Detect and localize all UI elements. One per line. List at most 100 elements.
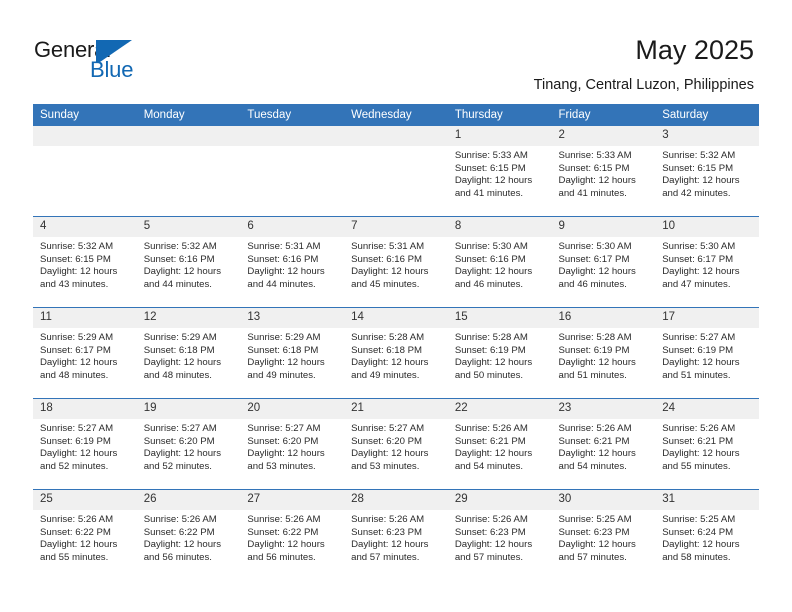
daylight-duration-line1: Daylight: 12 hours xyxy=(247,448,325,460)
sunrise-time: Sunrise: 5:32 AM xyxy=(143,241,217,252)
sunset-time: Sunset: 6:23 PM xyxy=(454,526,526,538)
daylight-duration-line1: Daylight: 12 hours xyxy=(143,357,222,369)
calendar-day-cell[interactable]: 2 Sunrise: 5:33 AM Sunset: 6:15 PM Daylight… xyxy=(551,126,656,217)
daylight-duration-line2: and 55 minutes. xyxy=(662,460,731,472)
calendar-day-cell[interactable]: 20 Sunrise: 5:27 AM Sunset: 6:20 PM Dayligh… xyxy=(240,398,345,490)
calendar-table: Sunday Monday Tuesday Wednesday Thursday Frid… xyxy=(33,104,759,580)
sunrise-time: Sunrise: 5:26 AM xyxy=(454,423,528,434)
calendar-day-cell[interactable]: 8 Sunrise: 5:30 AM Sunset: 6:16 PM Daylight… xyxy=(447,216,552,308)
sunset-time: Sunset: 6:23 PM xyxy=(558,526,630,538)
daylight-duration-line2: and 51 minutes. xyxy=(558,369,627,381)
daylight-duration-line2: and 44 minutes. xyxy=(143,278,212,290)
daylight-duration-line1: Daylight: 12 hours xyxy=(351,357,429,369)
calendar-day-cell[interactable]: 4 Sunrise: 5:32 AM Sunset: 6:15 PM Daylight… xyxy=(33,216,137,308)
calendar-day-cell[interactable]: 31 Sunrise: 5:25 AM Sunset: 6:24 PM Dayligh… xyxy=(655,489,759,580)
daylight-duration-line1: Daylight: 12 hours xyxy=(662,175,740,187)
page-header: General Blue May 2025 Tinang, Central Lu… xyxy=(0,0,792,104)
day-details: Sunrise: 5:29 AM Sunset: 6:18 PM Daylight:… xyxy=(240,328,344,382)
daylight-duration-line2: and 47 minutes. xyxy=(662,278,731,290)
day-number: 17 xyxy=(655,308,759,328)
sunset-time: Sunset: 6:22 PM xyxy=(40,526,111,538)
day-number: 13 xyxy=(240,308,345,328)
sunset-time: Sunset: 6:21 PM xyxy=(662,435,734,447)
daylight-duration-line1: Daylight: 12 hours xyxy=(454,266,533,278)
calendar-day-cell[interactable]: 14 Sunrise: 5:28 AM Sunset: 6:18 PM Dayligh… xyxy=(344,307,448,399)
daylight-duration-line2: and 57 minutes. xyxy=(558,551,627,563)
calendar-day-cell[interactable]: 30 Sunrise: 5:25 AM Sunset: 6:23 PM Dayligh… xyxy=(551,489,656,580)
calendar-day-cell[interactable]: 12 Sunrise: 5:29 AM Sunset: 6:18 PM Dayligh… xyxy=(136,307,241,399)
calendar-day-cell[interactable]: 24 Sunrise: 5:26 AM Sunset: 6:21 PM Dayligh… xyxy=(655,398,759,490)
calendar-day-cell-empty xyxy=(344,126,448,217)
sunset-time: Sunset: 6:17 PM xyxy=(662,253,734,265)
calendar-day-cell[interactable]: 9 Sunrise: 5:30 AM Sunset: 6:17 PM Daylight… xyxy=(551,216,656,308)
calendar-day-cell[interactable]: 18 Sunrise: 5:27 AM Sunset: 6:19 PM Dayligh… xyxy=(33,398,137,490)
sunrise-time: Sunrise: 5:27 AM xyxy=(40,423,114,434)
sunrise-time: Sunrise: 5:26 AM xyxy=(351,514,425,525)
calendar-day-cell[interactable]: 3 Sunrise: 5:32 AM Sunset: 6:15 PM Daylight… xyxy=(655,126,759,217)
calendar-day-cell[interactable]: 6 Sunrise: 5:31 AM Sunset: 6:16 PM Daylight… xyxy=(240,216,345,308)
day-number: 20 xyxy=(240,399,345,419)
day-details: Sunrise: 5:32 AM Sunset: 6:16 PM Daylight:… xyxy=(137,237,241,291)
sunrise-time: Sunrise: 5:28 AM xyxy=(351,332,425,343)
day-details: Sunrise: 5:32 AM Sunset: 6:15 PM Daylight:… xyxy=(33,237,137,291)
calendar-day-cell[interactable]: 23 Sunrise: 5:26 AM Sunset: 6:21 PM Dayligh… xyxy=(551,398,656,490)
calendar-day-cell[interactable]: 16 Sunrise: 5:28 AM Sunset: 6:19 PM Dayligh… xyxy=(551,307,656,399)
calendar-day-cell[interactable]: 21 Sunrise: 5:27 AM Sunset: 6:20 PM Dayligh… xyxy=(344,398,448,490)
day-number: 28 xyxy=(344,490,448,510)
day-details: Sunrise: 5:33 AM Sunset: 6:15 PM Daylight:… xyxy=(552,146,656,200)
calendar-day-cell[interactable]: 28 Sunrise: 5:26 AM Sunset: 6:23 PM Dayligh… xyxy=(344,489,448,580)
calendar-day-cell[interactable]: 27 Sunrise: 5:26 AM Sunset: 6:22 PM Dayligh… xyxy=(240,489,345,580)
calendar-day-cell[interactable]: 17 Sunrise: 5:27 AM Sunset: 6:19 PM Dayligh… xyxy=(655,307,759,399)
daylight-duration-line1: Daylight: 12 hours xyxy=(454,175,533,187)
daylight-duration-line2: and 57 minutes. xyxy=(454,551,524,563)
daylight-duration-line1: Daylight: 12 hours xyxy=(143,448,222,460)
calendar-day-cell[interactable]: 10 Sunrise: 5:30 AM Sunset: 6:17 PM Dayligh… xyxy=(655,216,759,308)
calendar-day-cell-empty xyxy=(33,126,137,217)
calendar-day-cell[interactable]: 1 Sunrise: 5:33 AM Sunset: 6:15 PM Daylight… xyxy=(447,126,552,217)
calendar-week-row: 1 Sunrise: 5:33 AM Sunset: 6:15 PM Daylight… xyxy=(33,126,759,217)
calendar-day-cell[interactable]: 26 Sunrise: 5:26 AM Sunset: 6:22 PM Dayligh… xyxy=(136,489,241,580)
daylight-duration-line2: and 41 minutes. xyxy=(454,187,524,199)
daylight-duration-line2: and 56 minutes. xyxy=(143,551,212,563)
calendar-day-cell[interactable]: 5 Sunrise: 5:32 AM Sunset: 6:16 PM Daylight… xyxy=(136,216,241,308)
day-number: 19 xyxy=(136,399,241,419)
weekday-header-monday: Monday xyxy=(136,104,241,126)
calendar-day-cell[interactable]: 29 Sunrise: 5:26 AM Sunset: 6:23 PM Dayligh… xyxy=(447,489,552,580)
day-number: 27 xyxy=(240,490,345,510)
sunset-time: Sunset: 6:19 PM xyxy=(662,344,734,356)
daylight-duration-line2: and 42 minutes. xyxy=(662,187,731,199)
calendar-day-cell[interactable]: 7 Sunrise: 5:31 AM Sunset: 6:16 PM Daylight… xyxy=(344,216,448,308)
calendar-week-row: 4 Sunrise: 5:32 AM Sunset: 6:15 PM Daylight… xyxy=(33,216,759,308)
day-number: 9 xyxy=(551,217,656,237)
calendar-day-cell[interactable]: 15 Sunrise: 5:28 AM Sunset: 6:19 PM Dayligh… xyxy=(447,307,552,399)
sunrise-time: Sunrise: 5:26 AM xyxy=(662,423,736,434)
sunrise-time: Sunrise: 5:32 AM xyxy=(40,241,114,252)
daylight-duration-line1: Daylight: 12 hours xyxy=(662,539,740,551)
day-number: 16 xyxy=(551,308,656,328)
daylight-duration-line2: and 46 minutes. xyxy=(454,278,524,290)
daylight-duration-line1: Daylight: 12 hours xyxy=(247,539,325,551)
sunset-time: Sunset: 6:15 PM xyxy=(558,162,630,174)
daylight-duration-line1: Daylight: 12 hours xyxy=(351,448,429,460)
daylight-duration-line1: Daylight: 12 hours xyxy=(454,539,533,551)
daylight-duration-line1: Daylight: 12 hours xyxy=(558,539,636,551)
brand-logo[interactable]: General Blue xyxy=(34,38,214,86)
day-number: 23 xyxy=(551,399,656,419)
calendar-day-cell[interactable]: 13 Sunrise: 5:29 AM Sunset: 6:18 PM Dayligh… xyxy=(240,307,345,399)
day-details: Sunrise: 5:30 AM Sunset: 6:17 PM Daylight:… xyxy=(552,237,656,291)
sunset-time: Sunset: 6:20 PM xyxy=(351,435,423,447)
calendar-day-cell[interactable]: 11 Sunrise: 5:29 AM Sunset: 6:17 PM Dayligh… xyxy=(33,307,137,399)
daylight-duration-line1: Daylight: 12 hours xyxy=(143,539,222,551)
calendar-week-row: 25 Sunrise: 5:26 AM Sunset: 6:22 PM Dayligh… xyxy=(33,489,759,580)
calendar-day-cell[interactable]: 22 Sunrise: 5:26 AM Sunset: 6:21 PM Dayligh… xyxy=(447,398,552,490)
daylight-duration-line1: Daylight: 12 hours xyxy=(558,448,636,460)
day-number: 24 xyxy=(655,399,759,419)
daylight-duration-line1: Daylight: 12 hours xyxy=(143,266,222,278)
calendar-day-cell[interactable]: 25 Sunrise: 5:26 AM Sunset: 6:22 PM Dayligh… xyxy=(33,489,137,580)
weekday-header-tuesday: Tuesday xyxy=(240,104,345,126)
calendar-day-cell[interactable]: 19 Sunrise: 5:27 AM Sunset: 6:20 PM Dayligh… xyxy=(136,398,241,490)
calendar-week-row: 11 Sunrise: 5:29 AM Sunset: 6:17 PM Dayligh… xyxy=(33,307,759,399)
calendar-header-row: Sunday Monday Tuesday Wednesday Thursday Frid… xyxy=(33,104,759,126)
daylight-duration-line1: Daylight: 12 hours xyxy=(454,448,533,460)
sunset-time: Sunset: 6:21 PM xyxy=(454,435,526,447)
